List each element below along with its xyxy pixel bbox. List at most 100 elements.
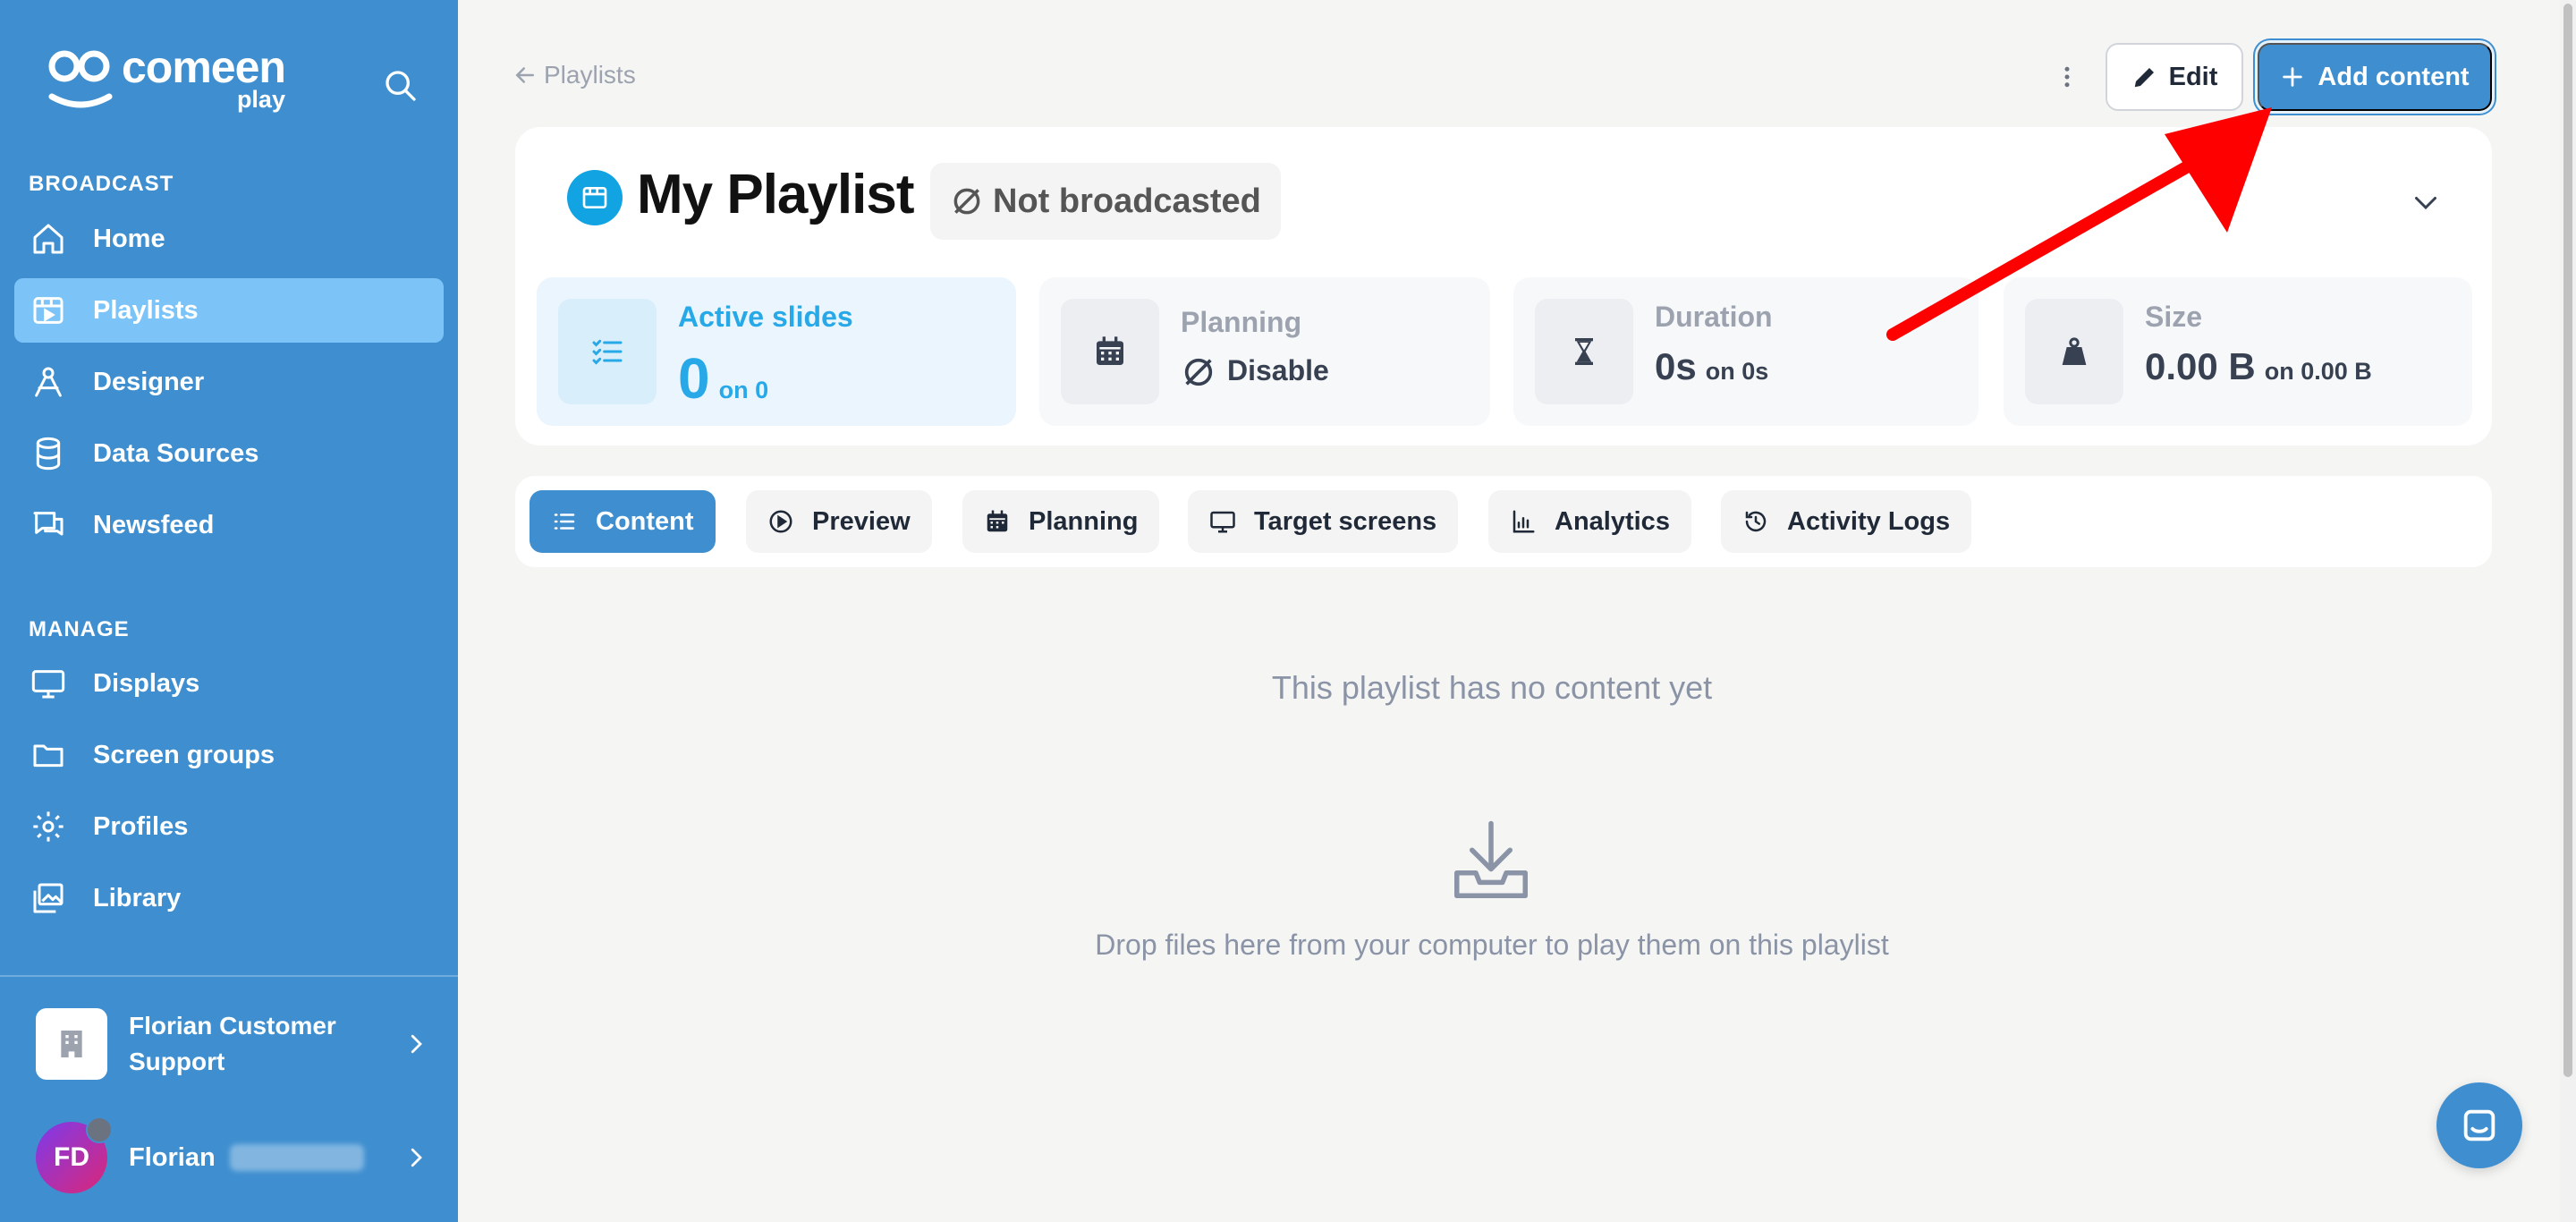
sidebar-divider <box>0 975 458 977</box>
blurred-surname <box>229 1144 364 1171</box>
avatar: FD <box>36 1116 113 1193</box>
play-icon <box>769 510 792 533</box>
tab-content[interactable]: Content <box>530 490 716 553</box>
tab-preview[interactable]: Preview <box>746 490 932 553</box>
sidebar-item-label: Displays <box>93 668 200 698</box>
stat-planning: Planning Disable <box>1039 277 1490 426</box>
status-badge: Not broadcasted <box>930 163 1281 240</box>
edit-button[interactable]: Edit <box>2106 43 2243 111</box>
empty-state-title: This playlist has no content yet <box>1271 669 1713 706</box>
gear-icon <box>33 811 64 842</box>
comeen-logo[interactable]: comeen play <box>45 42 286 114</box>
hourglass-icon <box>1535 299 1633 404</box>
tab-activity-logs[interactable]: Activity Logs <box>1721 490 1972 553</box>
stat-label: Planning <box>1181 306 1302 338</box>
comeen-logo-icon <box>48 50 113 108</box>
stat-number: 0 <box>678 346 710 411</box>
edit-button-label: Edit <box>2168 62 2218 91</box>
chevron-right-icon <box>411 1148 422 1167</box>
tab-planning[interactable]: Planning <box>962 490 1160 553</box>
arrow-left-icon <box>515 67 534 83</box>
avatar-initials: FD <box>54 1142 89 1172</box>
calendar-icon <box>987 510 1008 532</box>
pencil-icon <box>2134 68 2154 88</box>
sidebar-item-library[interactable]: Library <box>14 866 444 930</box>
tab-label: Analytics <box>1555 506 1670 536</box>
list-icon <box>554 513 575 530</box>
stat-active-slides: Active slides 0 on 0 <box>537 277 1016 426</box>
back-link-label: Playlists <box>544 61 636 89</box>
sidebar-item-label: Screen groups <box>93 740 275 769</box>
sidebar-item-playlists[interactable]: Playlists <box>14 278 444 343</box>
sidebar-item-newsfeed[interactable]: Newsfeed <box>14 493 444 557</box>
stat-value: 0.00 B on 0.00 B <box>2145 345 2372 388</box>
scrollbar-thumb[interactable] <box>2563 4 2572 1077</box>
back-link[interactable]: Playlists <box>512 61 636 89</box>
tab-label: Target screens <box>1254 506 1437 536</box>
sidebar-item-designer[interactable]: Designer <box>14 350 444 414</box>
add-content-button[interactable]: Add content <box>2258 43 2492 111</box>
more-options-icon[interactable] <box>2054 61 2080 93</box>
checklist-icon <box>558 299 657 404</box>
sidebar-item-label: Profiles <box>93 811 189 841</box>
stat-value: 0 on 0 <box>678 345 768 412</box>
sidebar-item-displays[interactable]: Displays <box>14 651 444 716</box>
sidebar-item-screen-groups[interactable]: Screen groups <box>14 723 444 787</box>
organization-switcher[interactable]: Florian Customer Support <box>36 1007 429 1081</box>
section-label-manage: MANAGE <box>29 617 130 641</box>
tab-label: Content <box>596 506 694 536</box>
weight-icon <box>2025 299 2123 404</box>
status-text: Not broadcasted <box>993 182 1261 220</box>
sidebar-item-label: Designer <box>93 367 205 396</box>
sidebar-item-home[interactable]: Home <box>14 207 444 271</box>
sidebar-item-data-sources[interactable]: Data Sources <box>14 421 444 486</box>
stat-label: Active slides <box>678 301 853 333</box>
chat-icon <box>2463 1109 2496 1141</box>
tab-label: Activity Logs <box>1787 506 1951 536</box>
download-tray-icon <box>1453 820 1529 899</box>
monitor-icon <box>1210 511 1235 533</box>
chat-launcher[interactable] <box>2436 1082 2522 1168</box>
stat-total: on 0s <box>1705 358 1769 385</box>
database-icon <box>36 437 61 471</box>
avatar-badge <box>86 1116 113 1143</box>
monitor-icon <box>31 670 65 699</box>
stat-value: Disable <box>1181 354 1329 390</box>
not-broadcasted-icon <box>953 188 980 215</box>
stat-duration: Duration 0s on 0s <box>1513 277 1979 426</box>
playlist-header-card: My Playlist Not broadcasted Active slide… <box>515 127 2492 446</box>
section-label-broadcast: BROADCAST <box>29 172 174 196</box>
sidebar-item-label: Data Sources <box>93 438 259 468</box>
folder-icon <box>33 744 64 768</box>
stat-total: on 0.00 B <box>2264 358 2372 385</box>
tab-target-screens[interactable]: Target screens <box>1188 490 1459 553</box>
tab-analytics[interactable]: Analytics <box>1488 490 1691 553</box>
tab-label: Planning <box>1029 506 1139 536</box>
sidebar: comeen play BROADCAST Home Playlists Des… <box>0 0 458 1222</box>
logo-main: comeen <box>122 42 286 92</box>
user-menu[interactable]: FD Florian <box>36 1116 429 1193</box>
playlist-icon <box>567 170 623 225</box>
stat-number: 0.00 B <box>2145 345 2256 387</box>
chevron-down-icon[interactable] <box>2410 186 2442 218</box>
disabled-icon <box>1184 358 1213 386</box>
sidebar-item-label: Newsfeed <box>93 510 215 539</box>
stat-label: Size <box>2145 301 2203 333</box>
calendar-icon <box>1061 299 1159 404</box>
sidebar-item-label: Playlists <box>93 295 199 325</box>
search-icon[interactable] <box>383 68 419 104</box>
scrollbar[interactable] <box>2560 0 2576 1222</box>
newsfeed-icon <box>33 512 64 536</box>
designer-icon <box>35 367 62 397</box>
home-icon <box>33 224 64 254</box>
add-content-button-label: Add content <box>2318 62 2470 91</box>
tabs-bar: Content Preview Planning Target screens … <box>515 476 2492 567</box>
stat-number: 0s <box>1655 345 1697 387</box>
sidebar-item-label: Home <box>93 224 165 253</box>
stat-label: Duration <box>1655 301 1773 333</box>
sidebar-item-profiles[interactable]: Profiles <box>14 794 444 859</box>
chevron-right-icon <box>411 1034 422 1054</box>
stat-size: Size 0.00 B on 0.00 B <box>2004 277 2472 426</box>
sidebar-item-label: Library <box>93 883 182 912</box>
tab-label: Preview <box>812 506 911 536</box>
